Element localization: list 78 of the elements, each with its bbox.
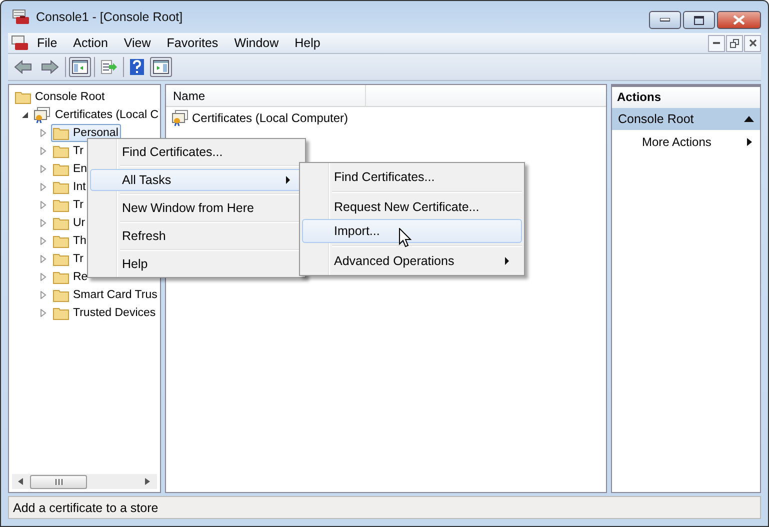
- folder-icon: [53, 306, 69, 320]
- tree-item[interactable]: Tr: [51, 196, 86, 214]
- list-item[interactable]: Certificates (Local Computer): [192, 111, 348, 125]
- show-tree-button[interactable]: [69, 57, 91, 77]
- help-icon: [130, 59, 144, 75]
- minimize-button[interactable]: [708, 34, 725, 52]
- menu-item[interactable]: Window: [226, 36, 287, 50]
- pane-icon: [153, 60, 169, 74]
- restore-button[interactable]: [726, 34, 743, 52]
- folder-icon: [53, 198, 69, 212]
- restore-icon: [694, 16, 704, 24]
- folder-icon: [53, 270, 69, 284]
- folder-icon: [53, 180, 69, 194]
- submenu-arrow-icon: [286, 176, 290, 184]
- scroll-right-icon[interactable]: [145, 478, 151, 485]
- horizontal-scrollbar[interactable]: [12, 474, 157, 489]
- menu-item[interactable]: Find Certificates...: [90, 141, 303, 163]
- folder-icon: [53, 162, 69, 176]
- certificate-icon: [171, 110, 189, 126]
- tree-item[interactable]: En: [51, 160, 90, 178]
- tree-item[interactable]: Re: [51, 268, 91, 286]
- tree-item[interactable]: Certificates (Local C: [55, 109, 159, 121]
- action-section-header[interactable]: Console Root: [612, 108, 760, 130]
- forward-arrow-icon: [41, 60, 59, 74]
- menu-item[interactable]: Advanced Operations: [302, 249, 522, 273]
- collapse-icon: [744, 116, 754, 122]
- menu-item[interactable]: Favorites: [158, 36, 226, 50]
- maximize-button[interactable]: [683, 11, 715, 29]
- menu-item[interactable]: Action: [65, 36, 116, 50]
- menu-item[interactable]: Help: [286, 36, 328, 50]
- minimize-icon: [713, 42, 720, 44]
- submenu-arrow-icon: [747, 138, 752, 146]
- action-item[interactable]: More Actions: [612, 130, 760, 154]
- tree-item[interactable]: Tr: [51, 250, 86, 268]
- menu-item[interactable]: View: [116, 36, 159, 50]
- window-title: Console1 - [Console Root]: [36, 10, 183, 24]
- menu-item[interactable]: Help: [90, 253, 303, 275]
- tree-item[interactable]: Ur: [51, 214, 88, 232]
- folder-icon: [53, 126, 69, 140]
- menu-item[interactable]: Refresh: [90, 225, 303, 247]
- menu-item[interactable]: New Window from Here: [90, 197, 303, 219]
- toolbox-icon: [11, 35, 29, 51]
- back-arrow-icon: [14, 60, 32, 74]
- grip-icon[interactable]: [54, 478, 64, 484]
- pane-icon: [72, 60, 88, 74]
- minimize-button[interactable]: [649, 11, 681, 29]
- tree-item[interactable]: Console Root: [35, 91, 105, 103]
- submenu-arrow-icon: [505, 257, 509, 265]
- help-button[interactable]: [127, 56, 147, 78]
- export-list-button[interactable]: [98, 57, 120, 77]
- tree-item[interactable]: Trusted Devices: [51, 304, 159, 322]
- tree-item[interactable]: Smart Card Trus: [51, 286, 160, 304]
- menu-item[interactable]: Find Certificates...: [302, 165, 522, 189]
- folder-icon: [53, 216, 69, 230]
- tree-item[interactable]: Int: [51, 178, 89, 196]
- folder-icon: [53, 144, 69, 158]
- tree-item[interactable]: Tr: [51, 142, 86, 160]
- folder-icon: [53, 252, 69, 266]
- expander-icon[interactable]: [21, 111, 29, 119]
- folder-icon: [53, 234, 69, 248]
- show-action-pane-button[interactable]: [150, 57, 172, 77]
- folder-icon: [53, 288, 69, 302]
- toolbox-icon: [12, 9, 30, 25]
- certificate-icon: [33, 107, 51, 123]
- menu-item[interactable]: Request New Certificate...: [302, 195, 522, 219]
- menu-item[interactable]: Import...: [302, 219, 522, 243]
- scroll-left-icon[interactable]: [18, 478, 24, 485]
- list-export-icon: [101, 60, 117, 74]
- menu-item[interactable]: File: [29, 36, 66, 50]
- close-icon: [733, 15, 745, 25]
- minimize-icon: [660, 18, 670, 22]
- status-bar: Add a certificate to a store: [8, 496, 761, 519]
- close-button[interactable]: [717, 11, 761, 29]
- close-icon: [748, 39, 756, 47]
- folder-icon: [15, 90, 31, 104]
- restore-icon: [730, 38, 739, 48]
- close-button[interactable]: [744, 34, 761, 52]
- tree-item[interactable]: Th: [51, 232, 90, 250]
